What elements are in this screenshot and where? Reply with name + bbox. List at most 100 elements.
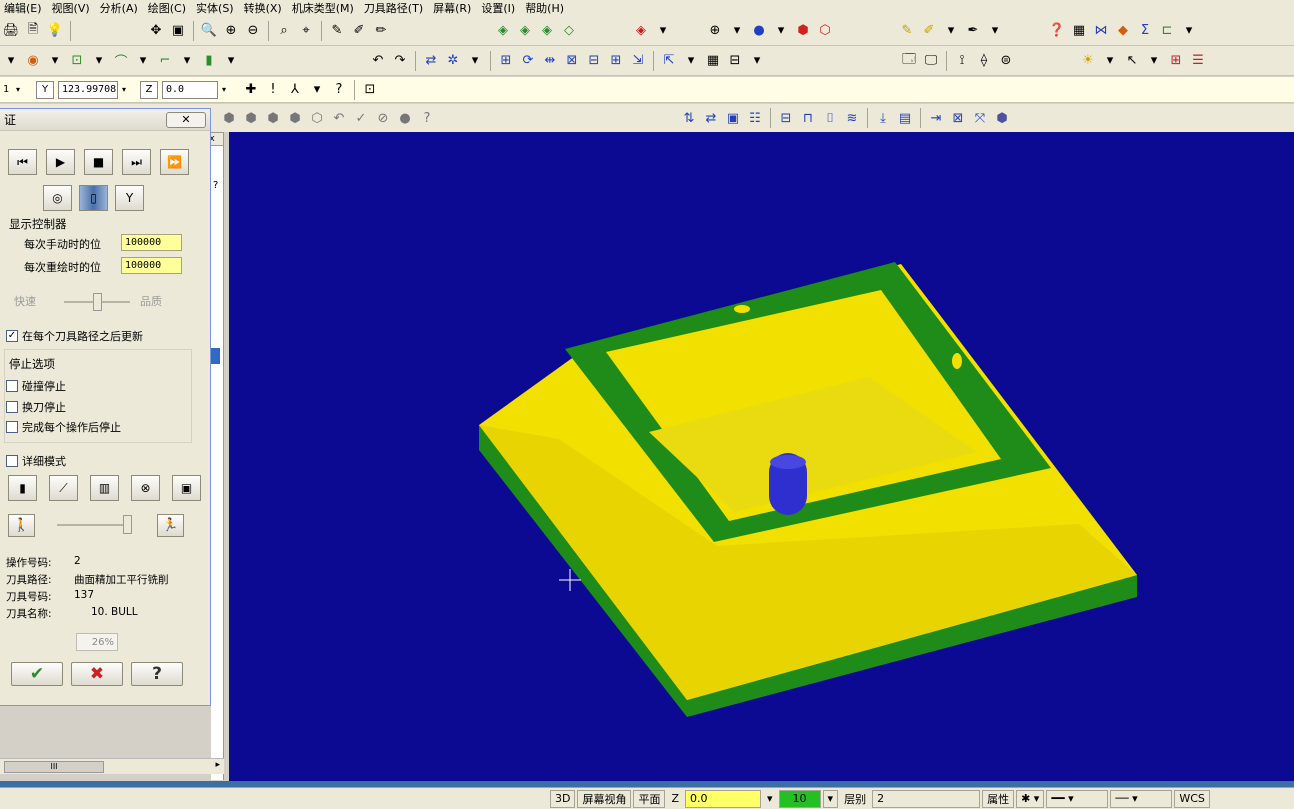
speed-slider[interactable]	[57, 524, 129, 526]
rotate-icon[interactable]: ⟳	[517, 50, 539, 72]
layer-icon[interactable]: ⊟	[724, 50, 746, 72]
drill-icon[interactable]: ⟟	[951, 50, 973, 72]
dropdown-arrow-icon[interactable]: ▾	[218, 81, 230, 99]
dropdown-arrow-icon[interactable]: ▾	[940, 20, 962, 42]
dropdown-arrow-icon[interactable]: ▾	[746, 50, 768, 72]
checkbox-box[interactable]: ✓	[6, 330, 18, 342]
manual-step-input[interactable]: 100000	[121, 234, 182, 251]
color-selector[interactable]: 10	[778, 789, 821, 808]
scroll-right-icon[interactable]: ▸	[215, 760, 220, 770]
save-stock-icon[interactable]: ▣	[172, 475, 201, 501]
bracket-icon[interactable]: ⊏	[1156, 20, 1178, 42]
grid-icon[interactable]: ▦	[1068, 20, 1090, 42]
graphics-viewport[interactable]	[229, 132, 1294, 782]
lathe-icon[interactable]: ⊜	[995, 50, 1017, 72]
arc-icon[interactable]: ⌒	[110, 50, 132, 72]
line-width-select[interactable]: ── ▾	[1110, 789, 1173, 808]
translate-icon[interactable]: ⊞	[495, 50, 517, 72]
point-style-icon[interactable]: ✱ ▾	[1016, 789, 1045, 808]
screen-view-button[interactable]: 屏幕视角	[577, 789, 632, 808]
toolpath-icon[interactable]: ⤓	[872, 107, 894, 129]
help-icon[interactable]: ?	[416, 107, 438, 129]
menu-item[interactable]: 机床类型(M)	[288, 0, 360, 16]
spiral-icon[interactable]: ◎	[43, 185, 72, 211]
walk-slow-icon[interactable]: 🚶	[8, 514, 35, 537]
dropdown-arrow-icon[interactable]: ▾	[464, 50, 486, 72]
iso-view-cube-icon[interactable]: ◇	[558, 20, 580, 42]
cube-icon[interactable]: ⬡	[306, 107, 328, 129]
toolpath-icon[interactable]: ▣	[722, 107, 744, 129]
dropdown-arrow-icon[interactable]: ▾	[1178, 20, 1200, 42]
chart-icon[interactable]: ▥	[90, 475, 119, 501]
z-coordinate-input[interactable]: 0.0	[162, 80, 218, 99]
top-view-cube-icon[interactable]: ◈	[492, 20, 514, 42]
panel-horizontal-scrollbar[interactable]: III ▸	[0, 758, 224, 774]
axis-icon[interactable]: ✲	[442, 50, 464, 72]
toolpath-icon[interactable]: ⤧	[969, 107, 991, 129]
pan-icon[interactable]: ✥	[145, 20, 167, 42]
pencil-icon[interactable]: ✎	[896, 20, 918, 42]
help-button[interactable]: ?	[131, 662, 183, 686]
mill-icon[interactable]: ⟠	[973, 50, 995, 72]
toolpath-icon[interactable]: ☷	[744, 107, 766, 129]
stock-icon[interactable]: ⬢	[240, 107, 262, 129]
line-icon[interactable]: ⌐	[154, 50, 176, 72]
dropdown-arrow-icon[interactable]: ▾	[984, 20, 1006, 42]
layer-button[interactable]: 层别	[840, 790, 870, 808]
mirror-icon[interactable]: ⇹	[539, 50, 561, 72]
undo-icon[interactable]: ↶	[367, 50, 389, 72]
dropdown-arrow-icon[interactable]: ▾	[118, 81, 130, 99]
undo-icon[interactable]: ↶	[328, 107, 350, 129]
y-coordinate-input[interactable]: 123.99708	[58, 80, 118, 99]
transform-icon[interactable]: ⇄	[420, 50, 442, 72]
rewind-icon[interactable]: ⏮	[8, 149, 37, 175]
print-preview-icon[interactable]: 🗎	[22, 20, 44, 42]
shading-cube-icon[interactable]: ◈	[630, 20, 652, 42]
fast-forward-icon[interactable]: ⏩	[160, 149, 189, 175]
stock-icon[interactable]: ⬢	[284, 107, 306, 129]
project-icon[interactable]: ⇲	[627, 50, 649, 72]
print-icon[interactable]: 🖨	[0, 20, 22, 42]
dropdown-arrow-icon[interactable]: ▾	[132, 50, 154, 72]
dropdown-arrow-icon[interactable]: ▾	[1099, 50, 1121, 72]
stop-on-collision-checkbox[interactable]: 碰撞停止	[6, 378, 66, 394]
solid-red-icon[interactable]: ⬢	[792, 20, 814, 42]
line-style-select[interactable]: ━━ ▾	[1046, 789, 1109, 808]
zoom-fit-icon[interactable]: ⊕	[220, 20, 242, 42]
ok-button[interactable]: ✔	[11, 662, 63, 686]
lock-icon[interactable]: ⊡	[359, 79, 381, 101]
stop-icon[interactable]: ■	[84, 149, 113, 175]
tool-icon[interactable]: ✏	[370, 20, 392, 42]
update-each-path-checkbox[interactable]: ✓ 在每个刀具路径之后更新	[6, 328, 143, 344]
checkbox-box[interactable]	[6, 455, 18, 467]
attributes-button[interactable]: 属性	[982, 789, 1015, 808]
stock-view-icon[interactable]: ▯	[79, 185, 108, 211]
zoom-target-icon[interactable]: ⌖	[295, 20, 317, 42]
menu-item[interactable]: 编辑(E)	[0, 0, 48, 16]
stop-after-each-op-checkbox[interactable]: 完成每个操作后停止	[6, 419, 121, 435]
menu-item[interactable]: 帮助(H)	[521, 0, 570, 16]
dropdown-arrow-icon[interactable]: ▾	[176, 50, 198, 72]
checkbox-box[interactable]	[6, 401, 18, 413]
help-icon[interactable]: ?	[328, 79, 350, 101]
dropdown-arrow-icon[interactable]: ▾	[306, 79, 328, 101]
wireframe-icon[interactable]: ⬡	[814, 20, 836, 42]
globe-icon[interactable]: ⊕	[704, 20, 726, 42]
dropdown-arrow-icon[interactable]: ▾	[822, 789, 839, 808]
circle-icon[interactable]: ●	[394, 107, 416, 129]
run-fast-icon[interactable]: 🏃	[157, 514, 184, 537]
stop-on-tool-change-checkbox[interactable]: 换刀停止	[6, 399, 66, 415]
z-depth-input[interactable]: 0.0	[685, 789, 762, 808]
dropdown-arrow-icon[interactable]: ▾	[1143, 50, 1165, 72]
dropdown-arrow-icon[interactable]: ▾	[680, 50, 702, 72]
dropdown-arrow-icon[interactable]: ▾	[763, 790, 777, 808]
zoom-prev-icon[interactable]: ⌕	[273, 20, 295, 42]
verbose-mode-checkbox[interactable]: 详细模式	[6, 453, 66, 469]
menu-item[interactable]: 绘图(C)	[144, 0, 192, 16]
zoom-out-icon[interactable]: ⊖	[242, 20, 264, 42]
cancel-button[interactable]: ✖	[71, 662, 123, 686]
offset-icon[interactable]: ⊟	[583, 50, 605, 72]
stock-icon[interactable]: ⬢	[262, 107, 284, 129]
toolpath-icon[interactable]: ⇄	[700, 107, 722, 129]
toolpath-icon[interactable]: ⌷	[819, 107, 841, 129]
